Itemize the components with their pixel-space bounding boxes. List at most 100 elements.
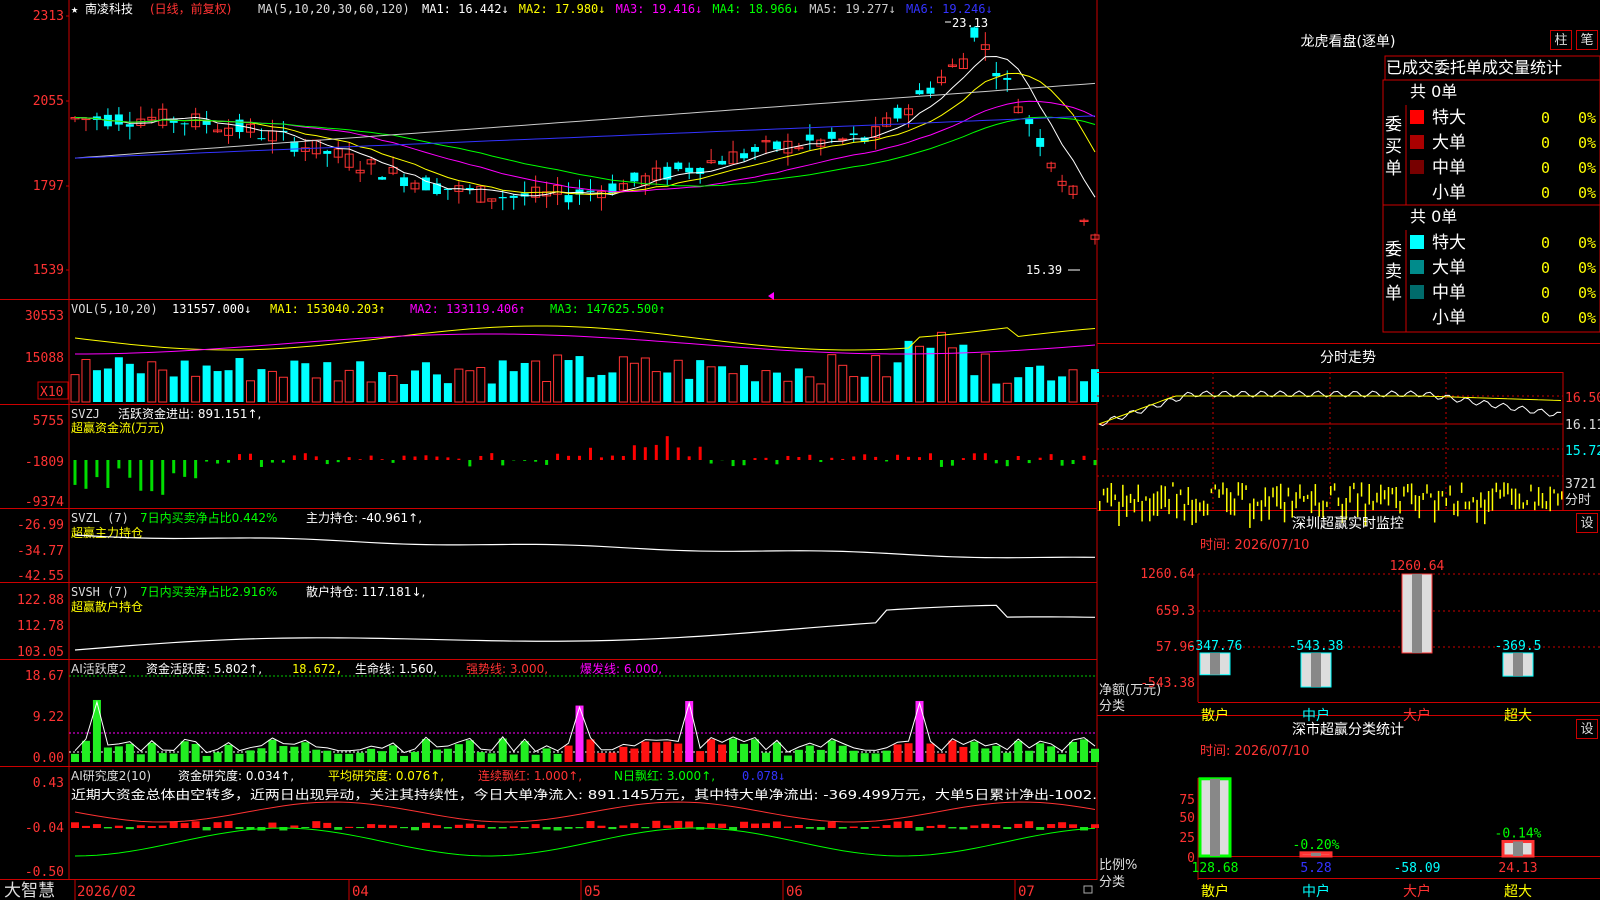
sz-class-settings-button[interactable]: 设 xyxy=(1576,719,1598,739)
activity-bar xyxy=(224,744,233,762)
flow-bar xyxy=(358,459,362,460)
fenshi-axis: 16.50 16.11 15.72 3721 分时 xyxy=(1565,391,1600,508)
volume-bar xyxy=(531,360,541,403)
svg-text:04: 04 xyxy=(352,884,369,900)
flow-bar xyxy=(523,460,527,461)
ai2-title: AI研究度2(10) xyxy=(71,768,151,783)
sz-class-axis: 75 50 25 0 xyxy=(1179,793,1195,866)
flow-bar xyxy=(172,460,176,474)
activity-bar xyxy=(454,744,463,762)
flow-bar xyxy=(435,456,439,460)
monitor-bar-shade xyxy=(1513,652,1523,677)
lhb-row-qty: 0 xyxy=(1541,184,1550,202)
volume-bar xyxy=(411,370,419,402)
flow-bar xyxy=(742,460,746,466)
chart-canvas[interactable]: ★ 南凌科技 (日线，前复权) MA(5,10,20,30,60,120) MA1… xyxy=(0,0,1600,900)
flow-bar xyxy=(336,460,340,463)
research-bar xyxy=(443,827,452,829)
svsh-desc1: 7日内买卖净占比2.916% xyxy=(140,584,277,599)
activity-bar xyxy=(663,741,672,762)
candlesticks[interactable] xyxy=(70,26,1100,245)
intraday-vol-bar xyxy=(1199,502,1201,512)
flow-bar xyxy=(698,446,702,460)
flow-bar xyxy=(227,460,231,463)
intraday-vol-bar xyxy=(1484,499,1486,525)
candle-body xyxy=(1003,77,1012,80)
bar-mode-button[interactable]: 柱 xyxy=(1550,30,1572,50)
intraday-vol-bar xyxy=(1460,482,1463,493)
activity-bar xyxy=(400,755,409,762)
intraday-vol-bar xyxy=(1414,495,1417,511)
research-bar xyxy=(114,825,123,828)
intraday-vol-bar xyxy=(1541,493,1544,509)
flow-bar xyxy=(259,460,263,467)
volume-bar xyxy=(936,331,946,403)
svsh-sub: 超赢散户持仓 xyxy=(71,599,143,614)
intraday-vol-bar xyxy=(1376,492,1378,503)
ma-item: MA2: 17.980↓ xyxy=(519,2,606,16)
activity-bar xyxy=(202,755,211,762)
flow-bar xyxy=(918,457,922,460)
svzj-sub: 超赢资金流(万元) xyxy=(71,420,164,435)
lhb-tabs[interactable]: 已成交委托单成交量统计 xyxy=(1386,58,1562,77)
lhb-row-pct: 0% xyxy=(1578,234,1596,252)
research-bar xyxy=(663,825,672,828)
volume-bar xyxy=(706,366,716,403)
flow-bar xyxy=(413,456,417,460)
volume-bar xyxy=(904,340,913,402)
activity-bar xyxy=(1047,746,1056,762)
flow-bar xyxy=(303,453,307,460)
ai1-burst: 爆发线: 6.000, xyxy=(580,661,662,676)
activity-bar xyxy=(268,739,277,762)
svg-text:1539: 1539 xyxy=(33,263,64,278)
flow-bar xyxy=(588,447,592,460)
activity-bar xyxy=(520,741,529,762)
research-bar xyxy=(542,827,551,830)
volume-bar xyxy=(290,360,299,402)
flow-bar xyxy=(731,460,735,467)
research-bar xyxy=(1069,824,1078,828)
intraday-vol-bar xyxy=(1187,487,1190,506)
stock-name: 南凌科技 xyxy=(85,1,133,16)
activity-bar xyxy=(312,749,321,762)
activity-bar xyxy=(103,747,112,762)
vol-ma3: MA3: 147625.500↑ xyxy=(550,302,666,316)
activity-bar xyxy=(586,739,595,762)
intraday-vol-bar xyxy=(1499,489,1501,499)
lock-icon[interactable] xyxy=(1083,885,1093,894)
activity-bar xyxy=(147,742,156,762)
research-bar xyxy=(71,822,79,828)
intraday-vol-bar xyxy=(1137,484,1139,502)
volume-bar xyxy=(454,368,464,403)
intraday-vol-bar xyxy=(1468,501,1471,510)
ai1-v2: 18.672, xyxy=(292,662,343,676)
monitor-value: 1260.64 xyxy=(1390,559,1445,574)
monitor-value: -543.38 xyxy=(1289,639,1344,654)
volume-bar xyxy=(378,372,387,402)
intraday-vol-bar xyxy=(1349,486,1351,503)
monitor-bar-shade xyxy=(1210,652,1220,675)
intraday-vol-bar xyxy=(1391,487,1394,495)
side-char: 委 xyxy=(1385,240,1402,260)
research-bar xyxy=(1003,827,1012,830)
tick-mode-button[interactable]: 笔 xyxy=(1576,30,1598,50)
research-bar xyxy=(948,827,957,829)
activity-bar xyxy=(81,740,90,762)
flow-bar xyxy=(128,460,132,478)
research-bar xyxy=(92,824,101,828)
flow-bar xyxy=(1016,455,1020,460)
sz-class-xlabel: 分类 xyxy=(1099,875,1125,890)
candle-body xyxy=(400,177,409,187)
intraday-vol-bar xyxy=(1395,486,1397,509)
intraday-vol-bar xyxy=(1237,482,1240,496)
research-bar xyxy=(312,821,321,828)
volume-bar xyxy=(278,376,288,403)
intraday-vol-bar xyxy=(1210,488,1213,494)
intraday-vol-bar xyxy=(1114,494,1116,501)
sz-monitor-settings-button[interactable]: 设 xyxy=(1576,513,1598,533)
research-bar xyxy=(641,827,650,829)
activity-bar xyxy=(235,753,244,762)
class-top-label: -0.20% xyxy=(1293,838,1340,853)
intraday-vol-bar xyxy=(1522,502,1524,509)
activity-bar xyxy=(871,753,880,762)
